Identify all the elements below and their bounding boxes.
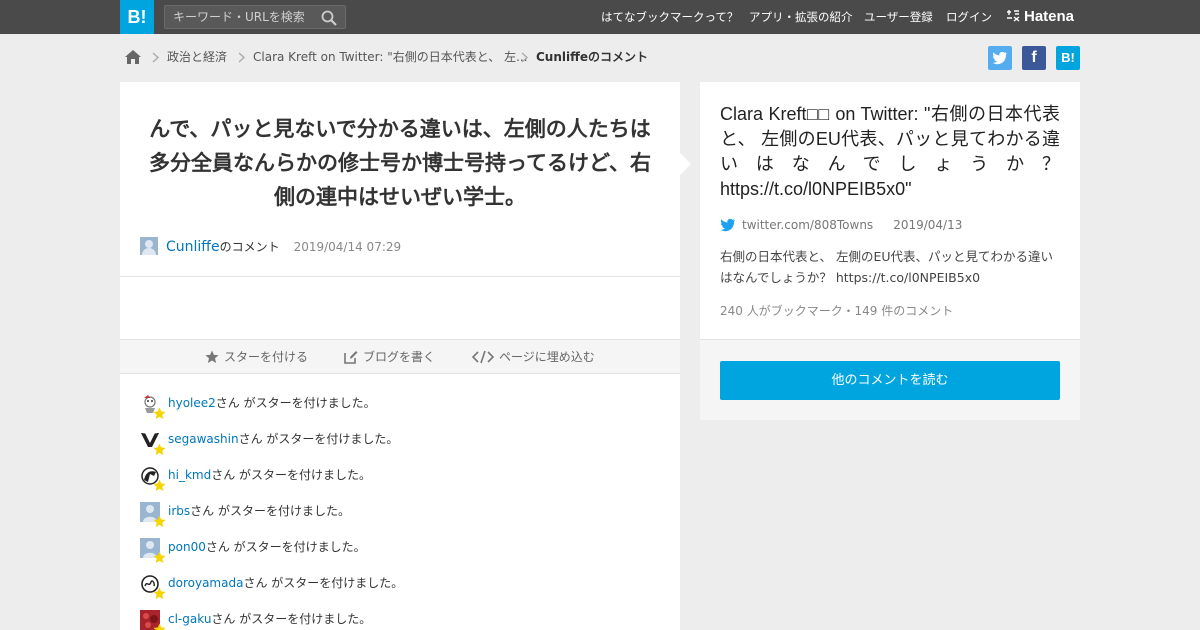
chevron-right-icon bbox=[238, 52, 246, 63]
star-user-link[interactable]: cl-gaku bbox=[168, 612, 211, 626]
entry-date: 2019/04/13 bbox=[893, 218, 963, 232]
read-other-comments-button[interactable]: 他のコメントを読む bbox=[720, 361, 1060, 400]
hatena-bookmark-logo[interactable]: B! bbox=[120, 0, 154, 34]
entry-source-link[interactable]: twitter.com/808Towns bbox=[742, 218, 873, 232]
star-icon bbox=[153, 623, 166, 630]
star-suffix: さん がスターを付けました。 bbox=[190, 504, 350, 518]
comment-time: 2019/04/14 07:29 bbox=[293, 240, 402, 254]
twitter-icon bbox=[992, 51, 1007, 65]
star-user-link[interactable]: pon00 bbox=[168, 540, 206, 554]
search-input[interactable] bbox=[165, 6, 315, 28]
nav-apps[interactable]: アプリ・拡張の紹介 bbox=[749, 0, 853, 34]
list-item: doroyamadaさん がスターを付けました。 bbox=[140, 572, 660, 608]
share-facebook-button[interactable]: f bbox=[1022, 46, 1046, 70]
star-icon bbox=[205, 350, 219, 363]
breadcrumb-current: Cunliffeのコメント bbox=[536, 50, 648, 64]
breadcrumb-entry[interactable]: Clara Kreft on Twitter: "右側の日本代表と、 左... bbox=[253, 44, 528, 70]
embed-button[interactable]: ページに埋め込む bbox=[471, 340, 595, 374]
breadcrumb: 政治と経済 Clara Kreft on Twitter: "右側の日本代表と、… bbox=[120, 44, 680, 70]
add-star-button[interactable]: スターを付ける bbox=[205, 340, 308, 374]
entry-title-link[interactable]: Clara Kreft□□ on Twitter: "右側の日本代表と、 左側の… bbox=[720, 102, 1060, 202]
star-suffix: さん がスターを付けました。 bbox=[215, 396, 376, 410]
top-bar: B! はてなブックマークって？ アプリ・拡張の紹介 ユーザー登録 ログイン Ha… bbox=[0, 0, 1200, 34]
list-item: hyolee2さん がスターを付けました。 bbox=[140, 392, 660, 428]
star-icon bbox=[153, 551, 166, 564]
home-icon[interactable] bbox=[124, 49, 142, 65]
nav-about[interactable]: はてなブックマークって？ bbox=[601, 0, 738, 34]
entry-summary: 右側の日本代表と、 左側のEU代表、パッと見てわかる違いはなんでしょうか？ ht… bbox=[720, 249, 1054, 285]
entry-meta: twitter.com/808Towns 2019/04/13 bbox=[720, 216, 962, 234]
write-blog-label: ブログを書く bbox=[363, 350, 436, 364]
action-bar: スターを付ける ブログを書く ページに埋め込む bbox=[120, 339, 680, 374]
divider bbox=[120, 276, 680, 277]
hatena-mark-icon bbox=[1007, 10, 1020, 22]
star-user-link[interactable]: hi_kmd bbox=[168, 468, 211, 482]
author-link[interactable]: Cunliffe bbox=[166, 239, 220, 255]
list-item: cl-gakuさん がスターを付けました。 bbox=[140, 608, 660, 630]
star-icon bbox=[153, 515, 166, 528]
star-suffix: さん がスターを付けました。 bbox=[243, 576, 404, 590]
chevron-right-icon bbox=[152, 52, 160, 63]
star-suffix: さん がスターを付けました。 bbox=[238, 432, 399, 446]
nav-login[interactable]: ログイン bbox=[946, 0, 992, 34]
star-icon bbox=[153, 587, 166, 600]
star-user-link[interactable]: segawashin bbox=[168, 432, 239, 446]
share-twitter-button[interactable] bbox=[988, 46, 1012, 70]
embed-label: ページに埋め込む bbox=[499, 350, 595, 364]
list-item: pon00さん がスターを付けました。 bbox=[140, 536, 660, 572]
code-icon bbox=[471, 350, 495, 364]
comment-text: んで、パッと見ないで分かる違いは、左側の人たちは多分全員なんらかの修士号か博士号… bbox=[149, 117, 651, 209]
write-blog-button[interactable]: ブログを書く bbox=[344, 340, 435, 374]
entry-card: Clara Kreft□□ on Twitter: "右側の日本代表と、 左側の… bbox=[700, 82, 1080, 420]
author-suffix: のコメント bbox=[219, 240, 280, 254]
hatena-brand-text: Hatena bbox=[1024, 8, 1075, 25]
star-user-link[interactable]: hyolee2 bbox=[168, 396, 216, 410]
star-icon bbox=[153, 443, 166, 456]
search-box[interactable] bbox=[164, 5, 346, 29]
list-item: hi_kmdさん がスターを付けました。 bbox=[140, 464, 660, 500]
comment-author-row: Cunliffeのコメント 2019/04/14 07:29 bbox=[140, 237, 401, 257]
star-list: hyolee2さん がスターを付けました。 segawashinさん がスターを… bbox=[140, 392, 660, 630]
star-suffix: さん がスターを付けました。 bbox=[205, 540, 366, 554]
edit-icon bbox=[344, 351, 358, 364]
star-user-link[interactable]: irbs bbox=[168, 504, 190, 518]
list-item: irbsさん がスターを付けました。 bbox=[140, 500, 660, 536]
bookmark-count-link[interactable]: 240 人がブックマーク・149 件のコメント bbox=[720, 302, 953, 319]
star-suffix: さん がスターを付けました。 bbox=[211, 612, 372, 626]
share-hatena-button[interactable]: B! bbox=[1056, 46, 1080, 70]
card-pointer bbox=[680, 153, 691, 175]
twitter-icon bbox=[720, 218, 735, 232]
avatar[interactable] bbox=[140, 237, 158, 255]
list-item: segawashinさん がスターを付けました。 bbox=[140, 428, 660, 464]
comment-card: んで、パッと見ないで分かる違いは、左側の人たちは多分全員なんらかの修士号か博士号… bbox=[120, 82, 680, 630]
nav-register[interactable]: ユーザー登録 bbox=[864, 0, 933, 34]
breadcrumb-category[interactable]: 政治と経済 bbox=[167, 44, 227, 70]
chevron-right-icon bbox=[521, 52, 529, 63]
star-user-link[interactable]: doroyamada bbox=[168, 576, 243, 590]
hatena-brand[interactable]: Hatena bbox=[1006, 0, 1074, 34]
star-icon bbox=[153, 407, 166, 420]
star-icon bbox=[153, 479, 166, 492]
star-suffix: さん がスターを付けました。 bbox=[211, 468, 372, 482]
search-icon[interactable] bbox=[321, 10, 337, 26]
add-star-label: スターを付ける bbox=[224, 350, 309, 364]
